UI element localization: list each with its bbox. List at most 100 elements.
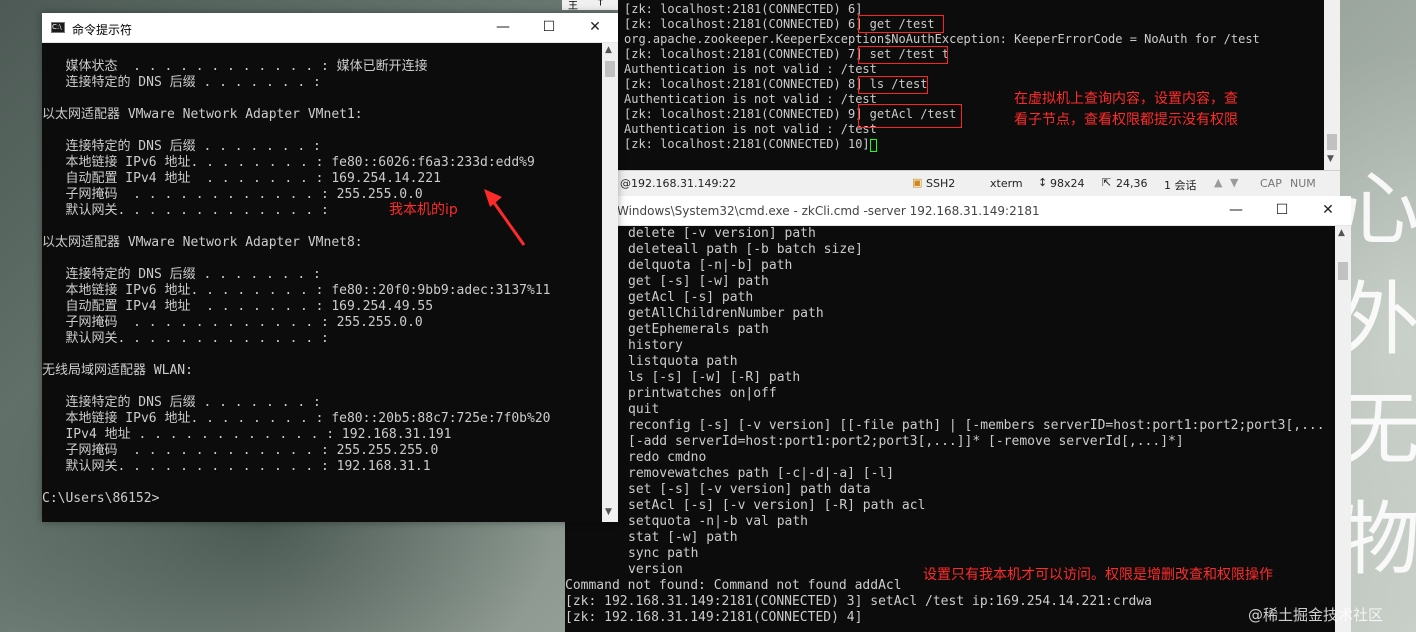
zkcli-tail-line: [zk: 192.168.31.149:2181(CONNECTED) 3] s… [565, 594, 1152, 609]
zkcli-annotation: 设置只有我本机才可以访问。权限是增删改查和权限操作 [923, 567, 1273, 583]
xshell-scrollbar[interactable]: ▼ [1324, 0, 1340, 170]
arrow-up-icon[interactable]: ▲ [1214, 176, 1222, 189]
wallpaper-char-4: 物 [1340, 493, 1416, 586]
zkcli-tail-line: [zk: 192.168.31.149:2181(CONNECTED) 4] [565, 610, 863, 625]
status-protocol: SSH2 [926, 177, 956, 190]
cmd-titlebar[interactable]: C:\ 命令提示符 — ☐ ✕ [42, 13, 618, 43]
zkcli-titlebar[interactable]: Windows\System32\cmd.exe - zkCli.cmd -se… [565, 196, 1351, 226]
arrow-down-icon[interactable]: ▼ [1230, 176, 1238, 189]
cmd-output-line: 连接特定的 DNS 后缀 . . . . . . . : [42, 75, 321, 90]
xshell-output-line: [zk: localhost:2181(CONNECTED) 6] get /t… [624, 17, 935, 31]
highlight-ls-test [858, 76, 928, 94]
xshell-window: 王 † [zk: localhost:2181(CONNECTED) 6] [zk… [562, 0, 1340, 197]
status-size: 98x24 [1050, 177, 1085, 190]
toolbar-icon-right[interactable]: † [598, 0, 603, 8]
zkcli-help-line: quit [628, 402, 660, 417]
cmd-output-line [42, 475, 602, 491]
zkcli-help-line: setquota -n|-b val path [628, 514, 809, 529]
cmd-annotation: 我本机的ip [389, 202, 458, 218]
zkcli-window: Windows\System32\cmd.exe - zkCli.cmd -se… [565, 196, 1351, 632]
zkcli-help-line: delete [-v version] path [628, 226, 816, 241]
wallpaper-char-1: 心 [1340, 163, 1416, 256]
xshell-top-toolbar: 王 † [562, 0, 618, 12]
zkcli-help-line: removewatches path [-c|-d|-a] [-l] [628, 466, 895, 481]
xshell-scroll-thumb[interactable] [1327, 134, 1337, 150]
cmd-output-line: 连接特定的 DNS 后缀 . . . . . . . : [42, 267, 321, 282]
zkcli-help-line: getAllChildrenNumber path [628, 306, 824, 321]
toolbar-icon-left[interactable]: 王 [568, 0, 578, 12]
xshell-output: [zk: localhost:2181(CONNECTED) 6] [zk: lo… [624, 2, 1324, 152]
cmd-app-icon: C:\ [51, 22, 65, 33]
zkcli-help-line: history [628, 338, 683, 353]
cmd-output-line: 子网掩码 . . . . . . . . . . . . : 255.255.2… [42, 443, 439, 458]
cmd-output-line: 默认网关. . . . . . . . . . . . . : 192.168.… [42, 459, 431, 474]
cmd-scrollbar[interactable]: ▲ ▼ [602, 43, 618, 522]
zkcli-help-line: getEphemerals path [628, 322, 769, 337]
cmd-output-line [42, 91, 602, 107]
xshell-annotation-line1: 在虚拟机上查询内容，设置内容，查 [1014, 91, 1238, 107]
cmd-output-line: IPv4 地址 . . . . . . . . . . . . : 192.16… [42, 427, 452, 442]
zkcli-help-line: redo cmdno [628, 450, 707, 465]
cmd-output: 媒体状态 . . . . . . . . . . . . : 媒体已断开连接 连… [42, 43, 602, 507]
cmd-output-line: 连接特定的 DNS 后缀 . . . . . . . : [42, 139, 321, 154]
cmd-output-line [42, 43, 602, 59]
cmd-output-line: 默认网关. . . . . . . . . . . . . : [42, 331, 329, 346]
arrow-annotation-icon [484, 189, 526, 246]
cmd-scroll-thumb[interactable] [605, 61, 615, 77]
cmd-terminal[interactable]: 媒体状态 . . . . . . . . . . . . : 媒体已断开连接 连… [42, 43, 602, 522]
zkcli-help-output: delete [-v version] path deleteall path [… [565, 226, 1335, 578]
wallpaper-char-2: 外 [1340, 273, 1416, 366]
cmd-output-line [42, 379, 602, 395]
cmd-close-button[interactable]: ✕ [572, 13, 618, 42]
cmd-scroll-down-icon[interactable]: ▼ [605, 507, 612, 517]
zkcli-scrollbar[interactable]: ▲ [1335, 226, 1351, 632]
cmd-output-line [42, 347, 602, 363]
size-icon: ↕ [1038, 176, 1048, 189]
zkcli-help-line: listquota path [628, 354, 738, 369]
zkcli-title: Windows\System32\cmd.exe - zkCli.cmd -se… [617, 204, 1040, 218]
status-host: @192.168.31.149:22 [620, 177, 737, 190]
status-num: NUM [1290, 177, 1316, 190]
xshell-output-line: [zk: localhost:2181(CONNECTED) 10] [624, 137, 877, 151]
cmd-scroll-up-icon[interactable]: ▲ [605, 45, 612, 55]
zkcli-help-line: deleteall path [-b batch size] [628, 242, 863, 257]
zkcli-help-line: [-add serverId=host:port1:port2;port3[,.… [628, 434, 1184, 449]
zkcli-help-line: printwatches on|off [628, 386, 777, 401]
zkcli-help-line: set [-s] [-v version] path data [628, 482, 871, 497]
xshell-status-bar: @192.168.31.149:22 ▣ SSH2 xterm ↕ 98x24 … [618, 170, 1340, 197]
terminal-cursor [870, 139, 877, 152]
xshell-annotation-line2: 看子节点，查看权限都提示没有权限 [1014, 112, 1238, 128]
zkcli-help-line: ls [-s] [-w] [-R] path [628, 370, 801, 385]
zkcli-help-line: sync path [628, 546, 699, 561]
cmd-output-line: C:\Users\86152> [42, 491, 160, 506]
lock-icon: ▣ [912, 176, 923, 189]
cmd-output-line: 子网掩码 . . . . . . . . . . . . : 255.255.0… [42, 315, 423, 330]
xshell-terminal[interactable]: [zk: localhost:2181(CONNECTED) 6] [zk: lo… [618, 0, 1324, 170]
status-caps: CAP [1260, 177, 1282, 190]
xshell-output-line: Authentication is not valid : /test [624, 62, 877, 76]
cmd-minimize-button[interactable]: — [480, 13, 526, 42]
cmd-output-line: 本地链接 IPv6 地址. . . . . . . . : fe80::20b5… [42, 411, 551, 426]
zkcli-scroll-thumb[interactable] [1338, 262, 1348, 280]
zkcli-help-line: delquota [-n|-b] path [628, 258, 793, 273]
cmd-output-line: 本地链接 IPv6 地址. . . . . . . . : fe80::20f0… [42, 283, 551, 298]
status-sessions: 1 会话 [1164, 179, 1197, 192]
highlight-set-test [858, 46, 948, 64]
zkcli-close-button[interactable]: ✕ [1305, 196, 1351, 225]
cmd-output-line [42, 123, 602, 139]
zkcli-help-line: stat [-w] path [628, 530, 738, 545]
zkcli-scroll-up-icon[interactable]: ▲ [1338, 228, 1345, 238]
zkcli-help-line: getAcl [-s] path [628, 290, 754, 305]
highlight-get-test [858, 15, 944, 33]
highlight-getacl-test [858, 104, 962, 128]
zkcli-maximize-button[interactable]: ☐ [1259, 196, 1305, 225]
cmd-maximize-button[interactable]: ☐ [526, 13, 572, 42]
cmd-output-line: 无线局域网适配器 WLAN: [42, 363, 193, 378]
watermark: @稀土掘金技术社区 [1248, 606, 1384, 624]
cursor-pos-icon: ⇱ [1102, 176, 1112, 189]
xshell-output-line: [zk: localhost:2181(CONNECTED) 7] set /t… [624, 47, 950, 61]
zkcli-minimize-button[interactable]: — [1213, 196, 1259, 225]
cmd-output-line: 本地链接 IPv6 地址. . . . . . . . : fe80::6026… [42, 155, 535, 170]
xshell-scroll-down-icon[interactable]: ▼ [1327, 154, 1334, 164]
cmd-window: C:\ 命令提示符 — ☐ ✕ 媒体状态 . . . . . . . . . .… [42, 13, 618, 522]
